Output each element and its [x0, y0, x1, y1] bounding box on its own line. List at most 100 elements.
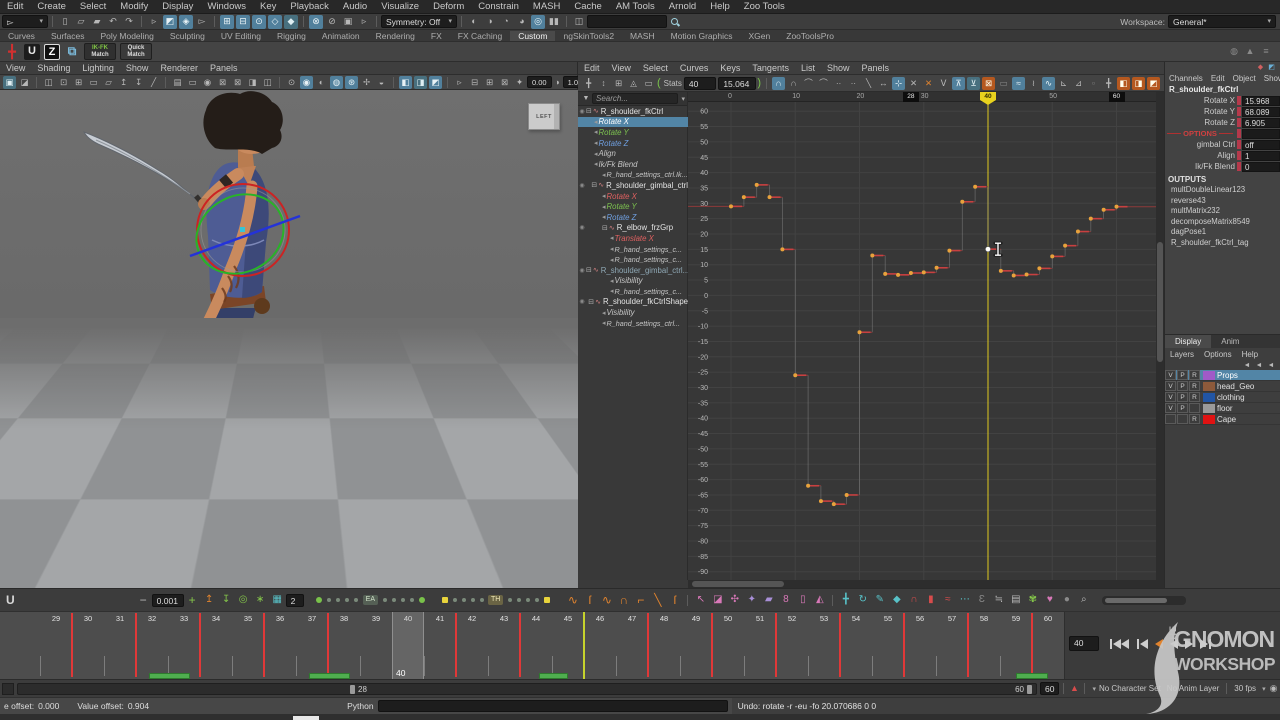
layer-color-swatch[interactable]: [1203, 371, 1215, 380]
graph-editor-plot[interactable]: 0102030405060286040 60555045403530252015…: [688, 92, 1164, 588]
layers-menu-help[interactable]: Help: [1237, 350, 1263, 359]
layer-visible-toggle[interactable]: V: [1165, 392, 1176, 402]
post-infinity-icon[interactable]: ◨: [1132, 77, 1145, 90]
simplify-curve-icon[interactable]: ≀: [1027, 77, 1040, 90]
layer-row-floor[interactable]: VPfloor: [1165, 403, 1280, 414]
zoo-move-icon[interactable]: ╋: [838, 593, 853, 608]
channel-value-field[interactable]: [1242, 129, 1280, 139]
shelf-tab-ngskintools2[interactable]: ngSkinTools2: [555, 31, 622, 41]
display-light-icon[interactable]: ◕: [515, 15, 529, 29]
outliner-channel-r-hand-settings-c[interactable]: ◂R_hand_settings_c...: [578, 286, 688, 297]
zoo-rotate-icon[interactable]: ↻: [855, 593, 870, 608]
shelf-tab-sculpting[interactable]: Sculpting: [162, 31, 213, 41]
vp-stack-icon[interactable]: ⊟: [468, 76, 481, 89]
zoo-wave-icon[interactable]: ≈: [940, 593, 955, 608]
keyframe-tick-32[interactable]: [135, 613, 137, 677]
main-menu-zoo-tools[interactable]: Zoo Tools: [737, 1, 792, 12]
clamped-tangent-icon[interactable]: ⌒: [802, 77, 815, 90]
hotbox-logo[interactable]: U: [6, 593, 15, 607]
lock-icon[interactable]: ▣: [341, 15, 355, 29]
expander-icon[interactable]: ⊟: [591, 181, 597, 189]
break-tangent-icon[interactable]: ✕: [907, 77, 920, 90]
main-menu-audio[interactable]: Audio: [336, 1, 374, 12]
shelf-tab-curves[interactable]: Curves: [0, 31, 43, 41]
graph-editor-menu-show[interactable]: Show: [821, 63, 856, 73]
keyframe-tick-60[interactable]: [1031, 613, 1033, 677]
outliner-channel-r-hand-settings-c[interactable]: ◂R_hand_settings_c...: [578, 244, 688, 255]
step-value-field[interactable]: 0.001: [152, 594, 184, 607]
flower-reset-icon[interactable]: ∗: [253, 593, 268, 608]
pre-infinity-icon[interactable]: ◧: [1117, 77, 1130, 90]
ease-dot-strip[interactable]: EA: [314, 595, 427, 605]
fps-dropdown[interactable]: 30 fps: [1234, 684, 1256, 693]
keyframe-tick-36[interactable]: [263, 613, 265, 677]
joints-xray-icon[interactable]: ↧: [132, 76, 145, 89]
outliner-channel-rotate-y[interactable]: ◂Rotate Y: [578, 127, 688, 138]
smooth-curve-icon[interactable]: ≈: [1012, 77, 1025, 90]
toolbar-scrollbar[interactable]: [1102, 596, 1186, 605]
2d-pan-icon[interactable]: ▭: [87, 76, 100, 89]
keyframe-tick-52[interactable]: [775, 613, 777, 677]
chevron-down-icon[interactable]: ▾: [681, 95, 685, 103]
keyframe-tick-38[interactable]: [327, 613, 329, 677]
layered-texture-icon[interactable]: ⧉: [64, 44, 80, 60]
insert-key-icon[interactable]: ↕: [597, 77, 610, 90]
shelf-tab-xgen[interactable]: XGen: [741, 31, 779, 41]
zoo-joint-icon[interactable]: ✣: [727, 593, 742, 608]
time-slider-track[interactable]: 2930313233343536373839404142434445464748…: [0, 612, 1064, 680]
plateau-tangent-icon[interactable]: ∙·: [847, 77, 860, 90]
stats-frame-field[interactable]: 40: [684, 77, 716, 90]
graph-editor-menu-panels[interactable]: Panels: [855, 63, 895, 73]
outliner-channel-r-hand-settings-ctrl[interactable]: ◂R_hand_settings_ctrl...: [578, 318, 688, 329]
outliner-channel-rotate-x[interactable]: ◂Rotate X: [578, 191, 688, 202]
snap-view-icon[interactable]: ◆: [284, 15, 298, 29]
tangent-preset-5-icon[interactable]: ╲: [650, 593, 665, 608]
new-scene-icon[interactable]: ▯: [58, 15, 72, 29]
main-menu-windows[interactable]: Windows: [200, 1, 253, 12]
graph-editor-menu-edit[interactable]: Edit: [578, 63, 606, 73]
tangent-preset-0-icon[interactable]: ∿: [565, 593, 580, 608]
aa-icon[interactable]: ◨: [414, 76, 427, 89]
render-icon[interactable]: ◐: [467, 15, 481, 29]
layer-color-swatch[interactable]: [1203, 404, 1215, 413]
view-cube[interactable]: LEFT: [528, 103, 560, 130]
u-tool-icon[interactable]: U: [24, 44, 40, 60]
medic-cross-icon[interactable]: ╋: [4, 44, 20, 60]
add-key-icon[interactable]: ⊞: [612, 77, 625, 90]
snap-curve-icon[interactable]: ⊟: [236, 15, 250, 29]
current-frame-field[interactable]: 40: [1069, 636, 1099, 651]
step-tangent-icon[interactable]: ·∙: [832, 77, 845, 90]
zoo-list-icon[interactable]: ▤: [1008, 593, 1023, 608]
outliner-node-r-shoulder-gimbal-ctrl[interactable]: ◉⊟∿R_shoulder_gimbal_ctrl: [578, 180, 688, 191]
shelf-tab-poly-modeling[interactable]: Poly Modeling: [92, 31, 161, 41]
go-to-end-button[interactable]: [1200, 636, 1212, 652]
shelf-tab-fx-caching[interactable]: FX Caching: [450, 31, 510, 41]
zoo-more-icon[interactable]: ⋯: [957, 593, 972, 608]
keyframe-tick-50[interactable]: [711, 613, 713, 677]
safe-title-icon[interactable]: ◫: [261, 76, 274, 89]
graph-editor-menu-tangents[interactable]: Tangents: [746, 63, 795, 73]
shelf-tab-mash[interactable]: MASH: [622, 31, 663, 41]
search-input[interactable]: Search...: [592, 93, 678, 104]
channel-row-ik-fk-blend[interactable]: Ik/Fk Blend0: [1165, 161, 1280, 172]
increment-button[interactable]: +: [185, 593, 200, 608]
lock-weight-icon[interactable]: ⊼: [952, 77, 965, 90]
pivot-icon[interactable]: ╋: [1102, 77, 1115, 90]
shelf-tab-animation[interactable]: Animation: [314, 31, 368, 41]
layer-color-swatch[interactable]: [1203, 382, 1215, 391]
keyframe-tick-34[interactable]: [199, 613, 201, 677]
time-slider[interactable]: 2930313233343536373839404142434445464748…: [0, 611, 1280, 679]
shelf-tab-custom[interactable]: Custom: [510, 31, 555, 41]
bookmark-icon[interactable]: ⊡: [57, 76, 70, 89]
layer-playback-toggle[interactable]: P: [1177, 403, 1188, 413]
move-nearest-key-icon[interactable]: ╋: [582, 77, 595, 90]
oversc-icon[interactable]: ▱: [102, 76, 115, 89]
snap-plane-icon[interactable]: ◇: [268, 15, 282, 29]
layer-row-clothing[interactable]: VPRclothing: [1165, 392, 1280, 403]
layer-row-props[interactable]: VPRProps: [1165, 370, 1280, 381]
shelf-options-icon[interactable]: ≡: [1259, 45, 1273, 59]
keyframe-tick-54[interactable]: [839, 613, 841, 677]
graph-editor-menu-list[interactable]: List: [795, 63, 821, 73]
move-layer-down-icon[interactable]: ◄: [1254, 361, 1264, 370]
character-icon[interactable]: ◆: [1256, 63, 1265, 72]
